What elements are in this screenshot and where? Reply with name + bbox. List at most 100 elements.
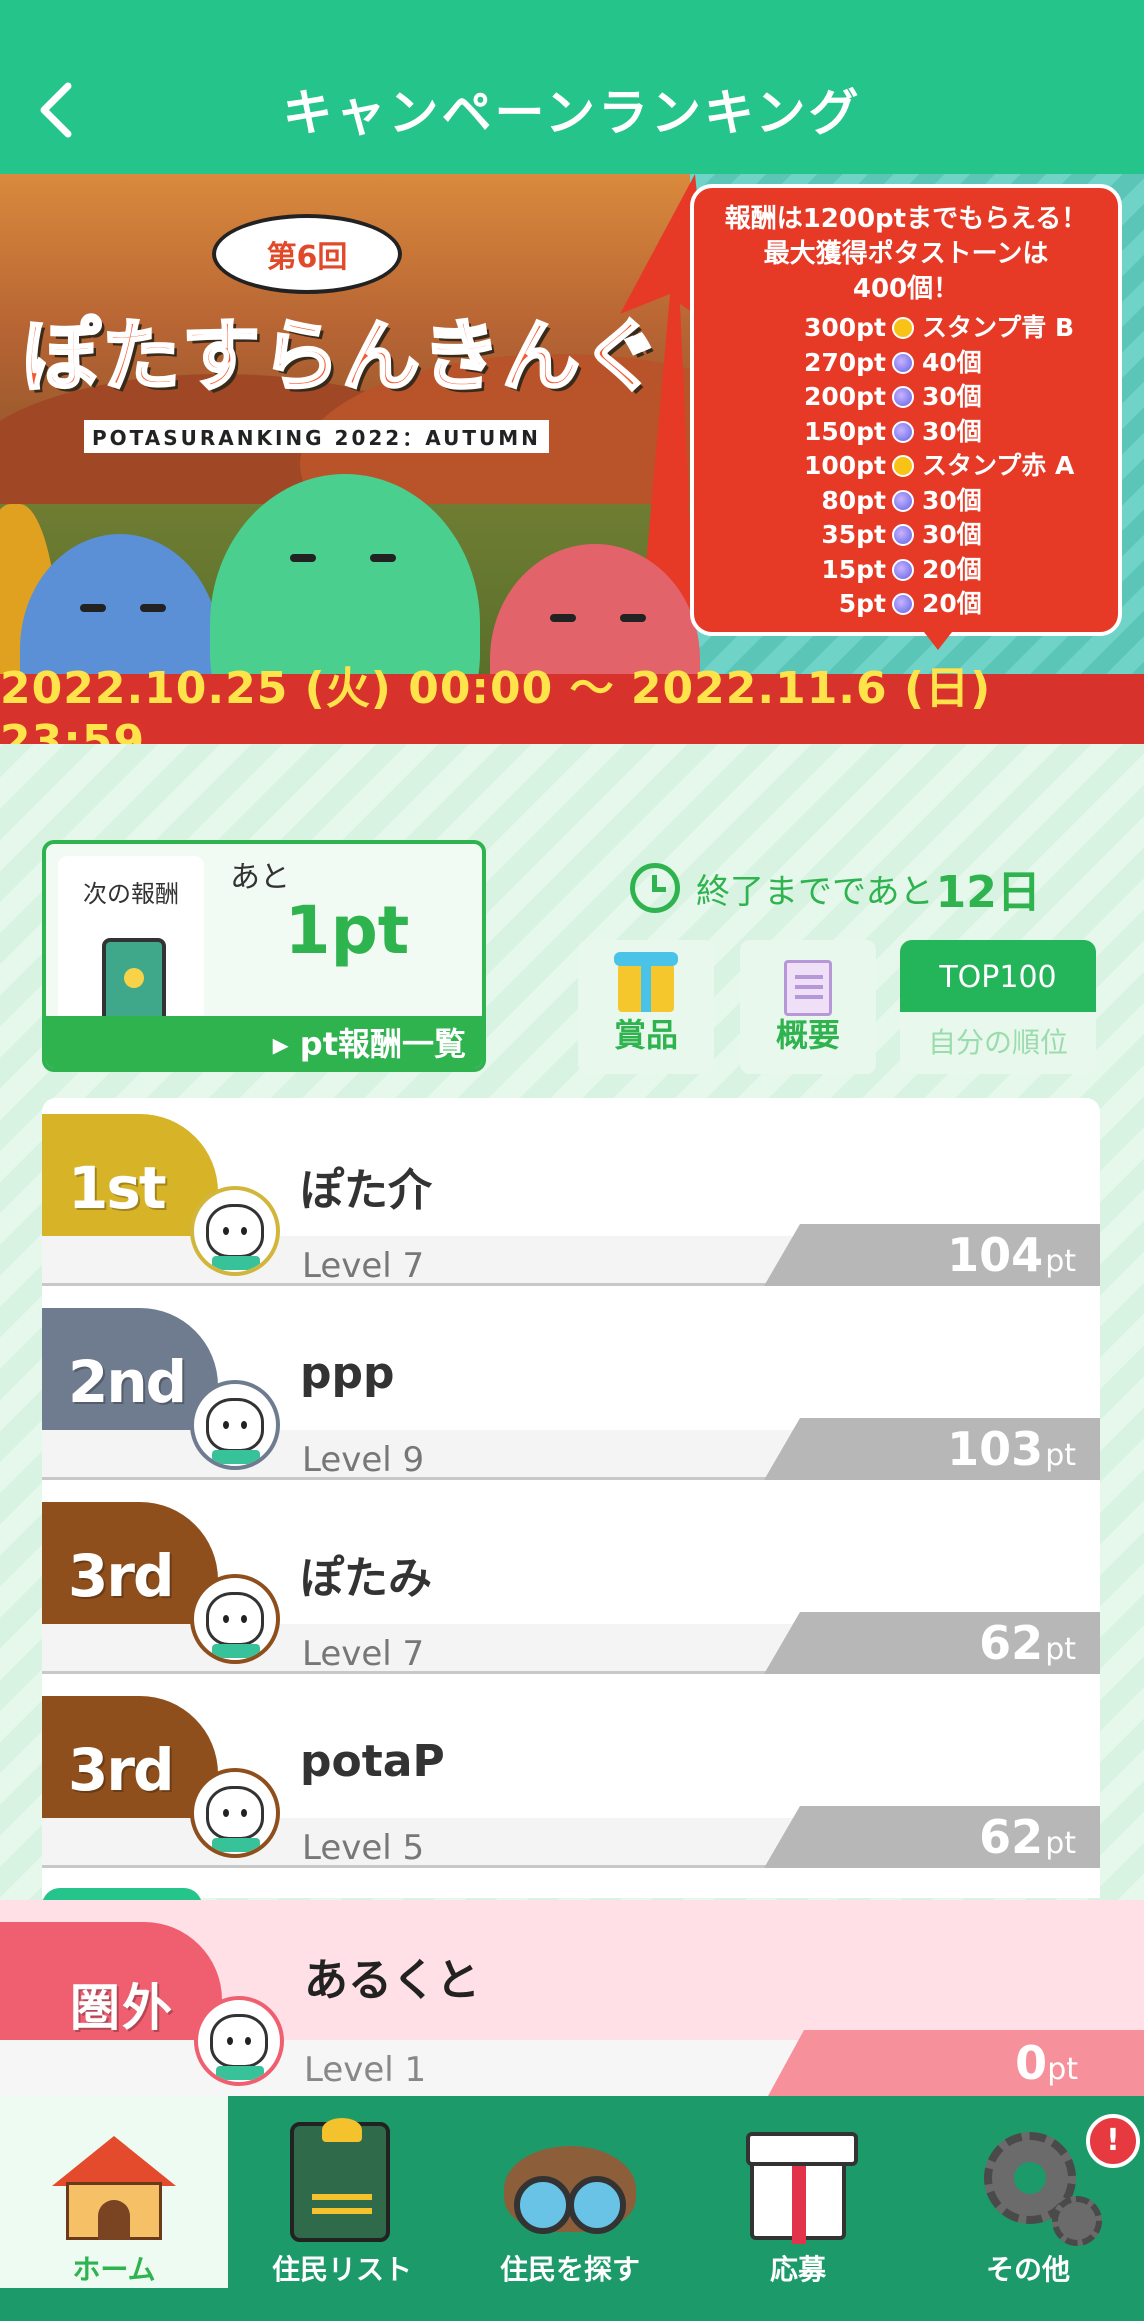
player-level: Level 5 (302, 1828, 425, 1868)
mascot-eye (370, 554, 396, 562)
points-unit: pt (1045, 1826, 1076, 1861)
rank-label: 3rd (68, 1736, 174, 1804)
chevron-left-icon (40, 82, 72, 138)
scarf-icon (212, 1838, 260, 1852)
ranking-row[interactable]: 3rd ぽたみ Level 7 62pt (42, 1486, 1100, 1680)
avatar (190, 1768, 280, 1858)
back-button[interactable] (18, 72, 94, 148)
remaining-label: あと (230, 860, 290, 895)
ranking-list[interactable]: 1st ぽた介 Level 7 104pt 2nd ppp Level 9 10… (42, 1098, 1100, 1898)
remaining-points: 1pt (284, 892, 410, 969)
avatar (190, 1380, 280, 1470)
mascot-eye (290, 554, 316, 562)
reward-tier-item: 30個 (922, 416, 982, 446)
player-points: 62pt (979, 1612, 1076, 1674)
reward-tier: 5pt 20個 (710, 587, 1102, 622)
rank-label: 2nd (68, 1348, 187, 1416)
points-value: 104 (947, 1228, 1044, 1282)
rank-label: 圏外 (70, 1979, 174, 2037)
gem-icon (892, 351, 914, 374)
notification-badge: ! (1086, 2114, 1140, 2168)
reward-tier-points: 150pt (803, 416, 886, 446)
reward-tier-item: 20個 (922, 589, 982, 618)
scarf-icon (216, 2066, 264, 2080)
points-value: 103 (947, 1422, 1044, 1476)
time-remaining-label: 終了までであと (696, 871, 934, 912)
overview-label: 概要 (775, 1016, 840, 1054)
avatar (190, 1574, 280, 1664)
nav-label: 応募 (769, 2253, 826, 2286)
player-level: Level 7 (302, 1246, 425, 1286)
campaign-ranking-screen: キャンペーンランキング 第6回 ぽたすらんきんぐ POTASURANKING 2… (0, 0, 1144, 2321)
header-bar: キャンペーンランキング (0, 44, 1144, 174)
player-level: Level 1 (304, 2050, 427, 2090)
reward-tier-points: 80pt (821, 485, 886, 515)
points-value: 62 (979, 1810, 1044, 1864)
player-name: potaP (300, 1736, 445, 1787)
speech-tail (924, 632, 952, 650)
reward-tier-points: 300pt (803, 313, 886, 342)
nav-home[interactable]: ホーム (0, 2096, 228, 2288)
campaign-banner[interactable]: 第6回 ぽたすらんきんぐ POTASURANKING 2022：AUTUMN 報… (0, 174, 1144, 744)
stamp-icon (892, 317, 914, 340)
overview-button[interactable]: 概要 (740, 940, 876, 1074)
dog-face-icon (206, 1204, 264, 1258)
reward-tier-item: スタンプ青 B (922, 313, 1075, 342)
document-icon (784, 960, 832, 1016)
reward-tier-points: 35pt (821, 520, 886, 549)
dog-face-icon (206, 1786, 264, 1840)
ranking-row[interactable]: 3rd potaP Level 5 62pt (42, 1680, 1100, 1874)
gem-icon (892, 524, 914, 547)
points-unit: pt (1045, 1438, 1076, 1473)
ranking-row[interactable]: 1st ぽた介 Level 7 104pt (42, 1098, 1100, 1292)
player-name: あるくと (304, 1955, 480, 2006)
campaign-period: 2022.10.25 (火) 00:00 ～ 2022.11.6 (日) 23:… (0, 663, 1144, 744)
gem-icon (892, 420, 914, 443)
reward-tier-points: 270pt (803, 347, 886, 377)
pt-reward-list-button[interactable]: ▸ pt報酬一覧 (46, 1016, 482, 1068)
gift-icon (614, 952, 678, 1012)
rank-label: 3rd (68, 1542, 174, 1610)
next-reward-label: 次の報酬 (83, 880, 179, 908)
ranking-row[interactable]: 2nd ppp Level 9 103pt (42, 1292, 1100, 1486)
reward-tier: 15pt 20個 (710, 553, 1102, 588)
dog-face-icon (210, 2014, 268, 2068)
player-points: 0pt (1015, 2030, 1078, 2096)
bottom-nav: ホーム 住民リスト 住民を探す 応募 ! その他 (0, 2096, 1144, 2321)
book-icon (290, 2118, 390, 2242)
reward-tier: 300pt スタンプ青 B (710, 311, 1102, 346)
nav-label: その他 (985, 2253, 1070, 2286)
reward-tier: 100pt スタンプ赤 A (710, 449, 1102, 484)
nav-resident-list[interactable]: 住民リスト (228, 2096, 456, 2288)
my-rank-row[interactable]: 圏外 あるくと Level 1 0pt (0, 1900, 1144, 2096)
prizes-button[interactable]: 賞品 (578, 940, 714, 1074)
player-level: Level 9 (302, 1440, 425, 1480)
dog-face-icon (206, 1592, 264, 1646)
page-title: キャンペーンランキング (282, 84, 862, 142)
nav-label: 住民を探す (499, 2253, 640, 2286)
nav-find-residents[interactable]: 住民を探す (456, 2096, 684, 2288)
reward-tier-item: 30個 (922, 382, 982, 411)
avatar (194, 1996, 284, 2086)
nav-other[interactable]: ! その他 (912, 2096, 1144, 2288)
player-name: ppp (300, 1348, 395, 1399)
reward-tier-points: 100pt (803, 451, 886, 480)
scarf-icon (212, 1450, 260, 1464)
reward-headline-line: 報酬は1200ptまでもらえる！ (724, 204, 1088, 234)
nav-apply[interactable]: 応募 (684, 2096, 912, 2288)
tab-top100[interactable]: TOP100 (900, 940, 1096, 1012)
tab-my-rank[interactable]: 自分の順位 (900, 1012, 1096, 1074)
reward-headline: 報酬は1200ptまでもらえる！ 最大獲得ポタストーンは 400個！ (710, 202, 1102, 307)
reward-tier-item: 30個 (922, 520, 982, 549)
reward-tier-list: 300pt スタンプ青 B 270pt 40個 200pt 30個 150pt 30個 … (710, 311, 1102, 622)
reward-tier-item: 20個 (922, 554, 982, 584)
gem-icon (892, 386, 914, 409)
gear-small-icon (1052, 2196, 1102, 2246)
gem-icon (892, 558, 914, 581)
gift-icon (746, 2132, 858, 2244)
binoculars-icon (504, 2146, 636, 2234)
house-roof (52, 2136, 176, 2186)
campaign-logo-subtitle: POTASURANKING 2022：AUTUMN (84, 420, 549, 453)
player-points: 62pt (979, 1806, 1076, 1868)
player-points: 103pt (947, 1418, 1076, 1480)
